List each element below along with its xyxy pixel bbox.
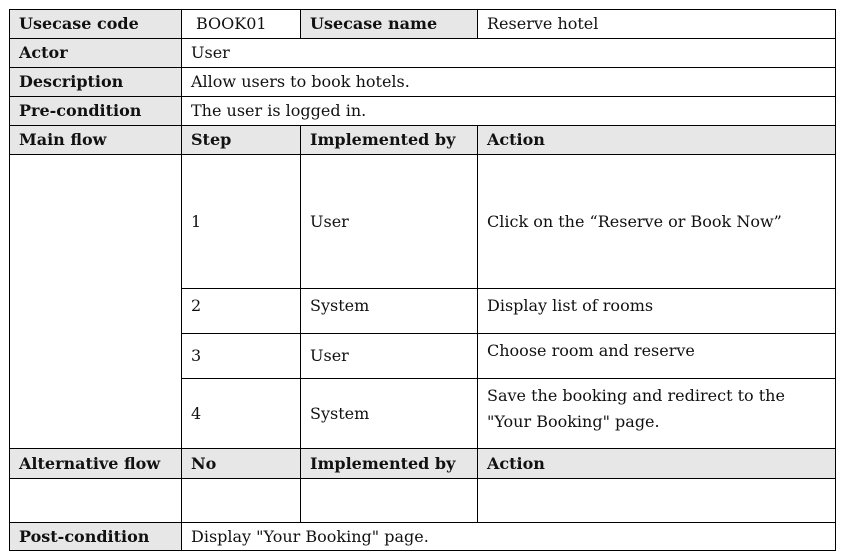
alt-flow-header-row: Alternative flow No Implemented by Actio… [9, 448, 836, 479]
action: Save the booking and redirect to the "Yo… [477, 378, 836, 449]
implemented-by: User [300, 333, 478, 379]
alt-flow-empty-row [9, 478, 836, 523]
implemented-by: System [300, 378, 478, 449]
step-number: 3 [181, 333, 301, 379]
step-number: 4 [181, 378, 301, 449]
description-label: Description [9, 67, 182, 97]
empty-cell [9, 478, 182, 523]
empty-cell [300, 478, 478, 523]
main-flow-header-row: Main flow Step Implemented by Action [9, 125, 836, 155]
action: Click on the “Reserve or Book Now” [477, 154, 836, 289]
usecase-code: BOOK01 [181, 9, 301, 39]
action: Display list of rooms [477, 288, 836, 334]
empty-cell [477, 478, 836, 523]
step-number: 1 [181, 154, 301, 289]
description-value: Allow users to book hotels. [181, 67, 836, 97]
usecase-code-label: Usecase code [9, 9, 182, 39]
column-header: No [181, 448, 301, 479]
column-header: Implemented by [300, 125, 478, 155]
step-number: 2 [181, 288, 301, 334]
actor-value: User [181, 38, 836, 68]
postcondition-label: Post-condition [9, 522, 182, 551]
header-row: Usecase code BOOK01 Usecase name Reserve… [9, 9, 836, 39]
action: Choose room and reserve [477, 333, 836, 379]
usecase-table: Usecase code BOOK01 Usecase name Reserve… [9, 9, 836, 551]
description-row: Description Allow users to book hotels. [9, 67, 836, 97]
implemented-by: System [300, 288, 478, 334]
precondition-label: Pre-condition [9, 96, 182, 126]
postcondition-row: Post-condition Display "Your Booking" pa… [9, 522, 836, 551]
usecase-name: Reserve hotel [477, 9, 836, 39]
column-header: Implemented by [300, 448, 478, 479]
postcondition-value: Display "Your Booking" page. [181, 522, 836, 551]
actor-label: Actor [9, 38, 182, 68]
table-row: 1 User Click on the “Reserve or Book Now… [9, 154, 836, 449]
precondition-row: Pre-condition The user is logged in. [9, 96, 836, 126]
column-header: Action [477, 448, 836, 479]
usecase-name-label: Usecase name [300, 9, 478, 39]
column-header: Step [181, 125, 301, 155]
main-flow-label: Main flow [9, 125, 182, 155]
actor-row: Actor User [9, 38, 836, 68]
implemented-by: User [300, 154, 478, 289]
precondition-value: The user is logged in. [181, 96, 836, 126]
column-header: Action [477, 125, 836, 155]
empty-cell [181, 478, 301, 523]
main-flow-blank [9, 154, 182, 449]
alt-flow-label: Alternative flow [9, 448, 182, 479]
